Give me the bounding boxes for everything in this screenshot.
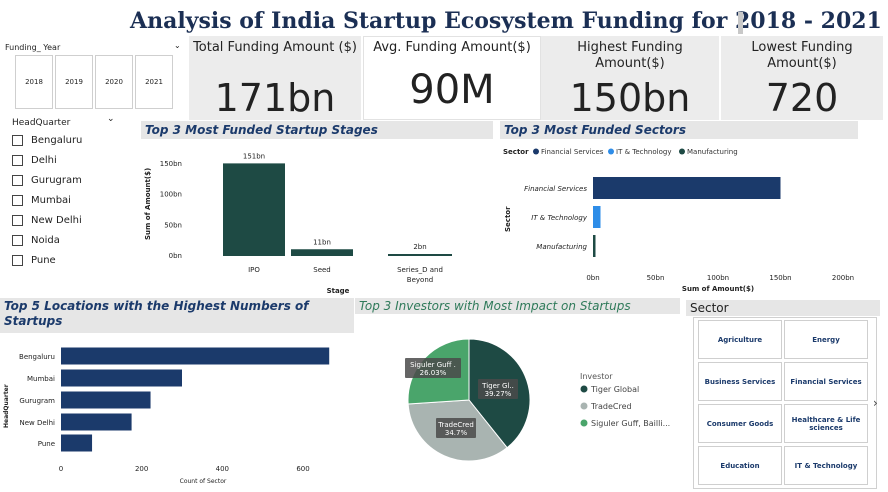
- y-axis-title: HeadQuarter: [3, 384, 10, 428]
- legend-label: IT & Technology: [616, 148, 671, 156]
- legend-label: TradeCred: [590, 402, 632, 411]
- x-tick-label: 0: [59, 465, 63, 473]
- pie-label-value: 26.03%: [420, 369, 447, 377]
- y-tick-label: IT & Technology: [531, 214, 588, 222]
- bar-it-technology: [593, 206, 601, 228]
- x-tick-label: 0bn: [586, 274, 599, 282]
- y-tick-label: 50bn: [164, 221, 182, 229]
- sector-tile-healthcare-life-sciences[interactable]: Healthcare & Life sciences: [784, 404, 868, 443]
- legend-marker: [580, 402, 588, 410]
- x-tick-label: 200: [135, 465, 148, 473]
- sector-tile-financial-services[interactable]: Financial Services: [784, 362, 868, 401]
- pie-label-value: 34.7%: [445, 429, 468, 437]
- y-tick-label: Gurugram: [19, 397, 55, 405]
- legend-title: Investor: [580, 372, 613, 381]
- bar-seed: [291, 249, 353, 256]
- y-tick-label: Financial Services: [524, 185, 587, 193]
- bar-series-d-and-beyond: [388, 254, 452, 256]
- bar-data-label: 11bn: [313, 238, 331, 246]
- sector-tile-energy[interactable]: Energy: [784, 320, 868, 359]
- legend-title: Sector: [503, 148, 529, 156]
- bar-new-delhi: [61, 413, 132, 431]
- sector-tile-agriculture[interactable]: Agriculture: [698, 320, 782, 359]
- bar-bengaluru: [61, 347, 330, 365]
- y-axis-title: Sum of Amount($): [144, 168, 152, 240]
- legend-marker: [679, 148, 685, 155]
- pie-label-name: TradeCred: [437, 421, 474, 429]
- pie-label-value: 39.27%: [485, 390, 512, 398]
- x-axis-title: Stage: [327, 287, 350, 295]
- sector-tile-it-technology[interactable]: IT & Technology: [784, 446, 868, 485]
- y-axis-title: Sector: [504, 206, 512, 232]
- y-tick-label: 0bn: [169, 252, 182, 260]
- x-tick-label: 400: [216, 465, 229, 473]
- y-tick-label: 150bn: [160, 160, 182, 168]
- legend-marker: [580, 419, 588, 427]
- bar-pune: [61, 434, 93, 452]
- bar-data-label: 2bn: [413, 243, 426, 251]
- x-tick-label: Series_D and: [397, 266, 443, 274]
- bar-data-label: 151bn: [243, 152, 265, 160]
- x-tick-label: IPO: [248, 266, 260, 274]
- x-tick-label: 50bn: [647, 274, 665, 282]
- pie-label-name: Siguler Guff .: [410, 361, 456, 369]
- legend-label: Tiger Global: [590, 385, 639, 394]
- bar-financial-services: [593, 177, 781, 199]
- legend-label: Manufacturing: [687, 148, 738, 156]
- x-tick-label: 200bn: [832, 274, 854, 282]
- y-tick-label: Pune: [38, 440, 55, 448]
- x-axis-title: Count of Sector: [180, 478, 227, 485]
- bar-mumbai: [61, 369, 182, 387]
- x-tick-label: 150bn: [769, 274, 791, 282]
- bar-gurugram: [61, 391, 151, 409]
- legend-label: Siguler Guff, Bailli...: [591, 419, 670, 428]
- legend-marker: [533, 148, 539, 155]
- y-tick-label: Manufacturing: [536, 243, 587, 251]
- bar-ipo: [223, 163, 285, 256]
- y-tick-label: Bengaluru: [19, 353, 55, 361]
- y-tick-label: 100bn: [160, 191, 182, 199]
- y-tick-label: New Delhi: [19, 419, 55, 427]
- x-axis-title: Sum of Amount($): [682, 285, 754, 293]
- pie-label-name: Tiger Gl..: [481, 382, 514, 390]
- x-tick-label: 100bn: [707, 274, 729, 282]
- chevron-right-icon[interactable]: ›: [873, 396, 878, 410]
- legend-marker: [608, 148, 614, 155]
- legend-marker: [580, 385, 588, 393]
- x-tick-label: Beyond: [407, 276, 433, 284]
- sector-tile-business-services[interactable]: Business Services: [698, 362, 782, 401]
- y-tick-label: Mumbai: [27, 375, 55, 383]
- bar-manufacturing: [593, 235, 596, 257]
- legend-label: Financial Services: [541, 148, 604, 156]
- sector-tile-consumer-goods[interactable]: Consumer Goods: [698, 404, 782, 443]
- sector-tile-education[interactable]: Education: [698, 446, 782, 485]
- x-tick-label: 600: [296, 465, 309, 473]
- x-tick-label: Seed: [313, 266, 331, 274]
